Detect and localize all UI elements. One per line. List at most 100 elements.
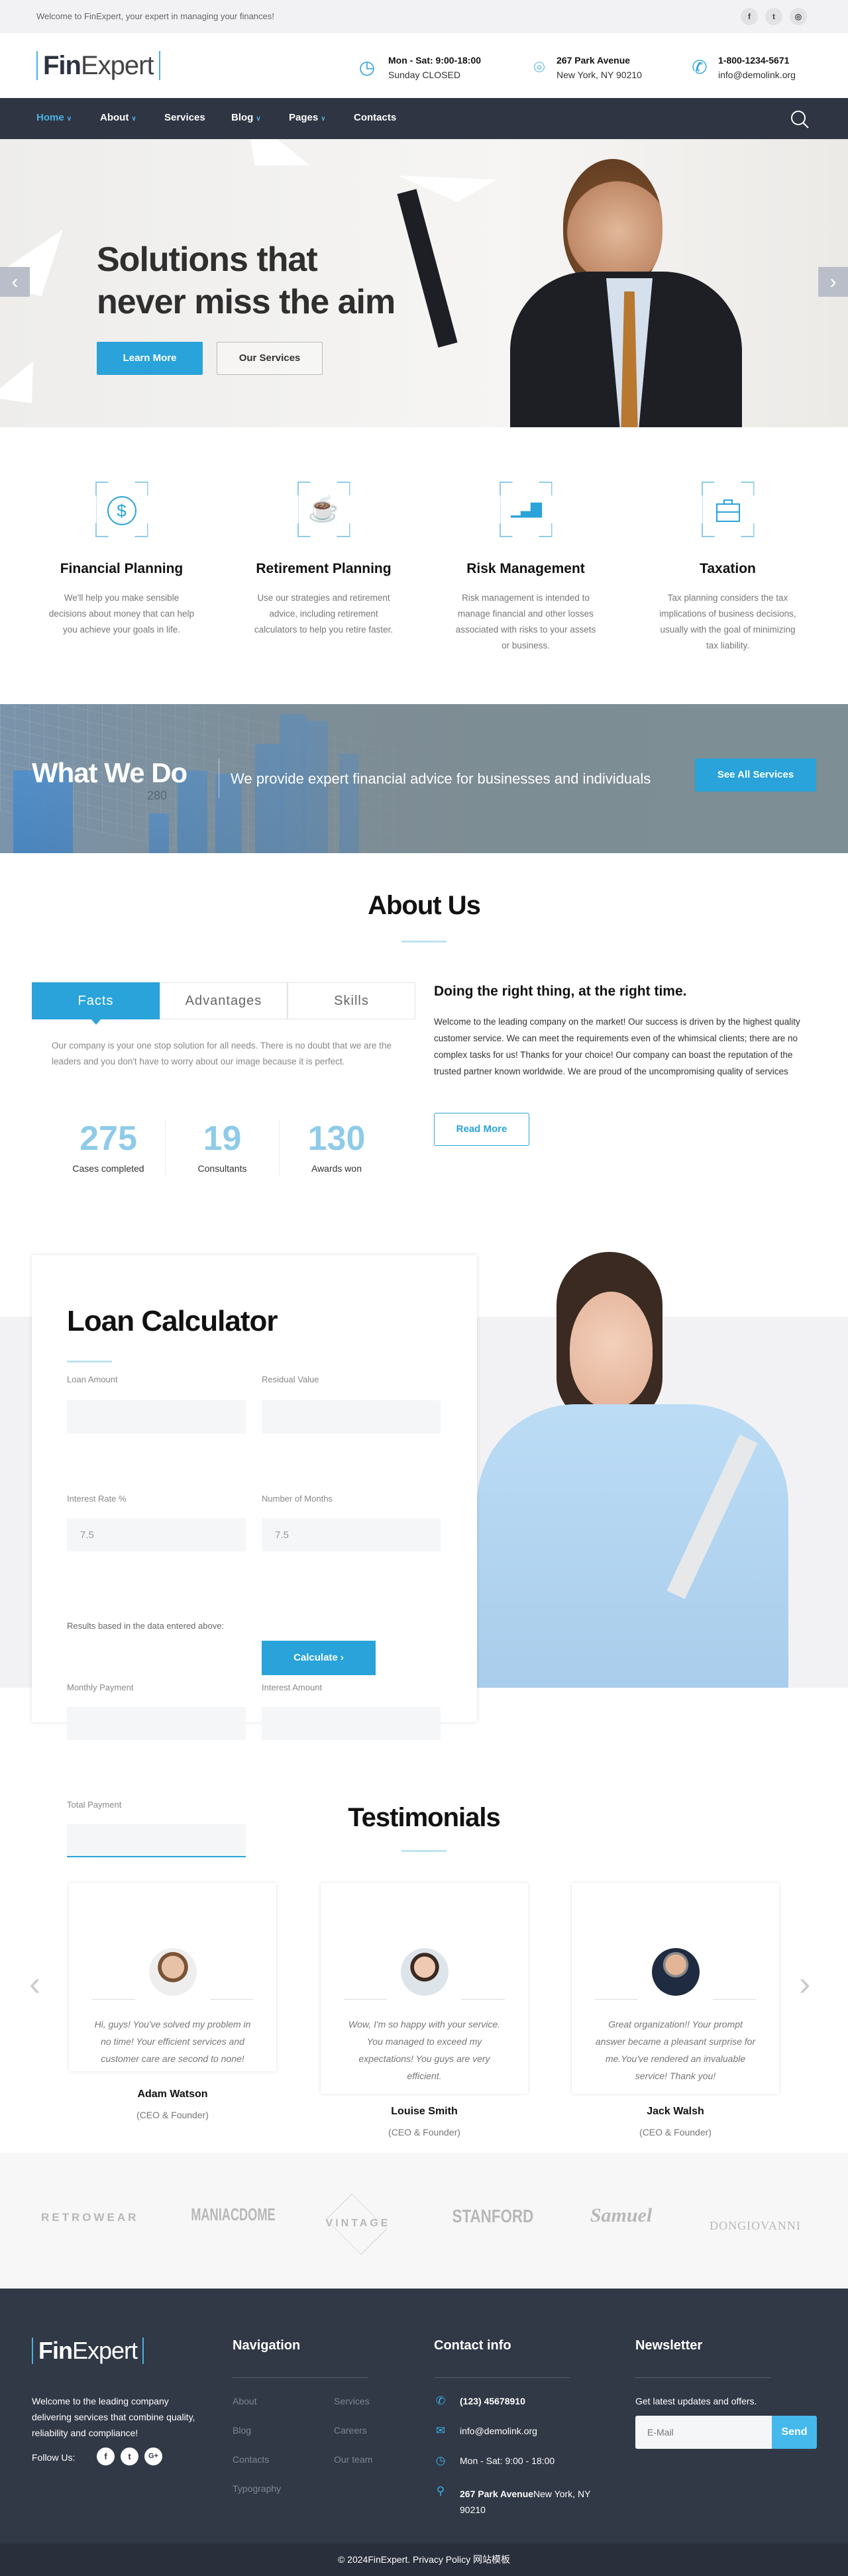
- field-label: Residual Value: [262, 1374, 319, 1384]
- see-all-services-button[interactable]: See All Services: [695, 758, 816, 792]
- hero-prev-arrow[interactable]: ‹: [0, 267, 30, 297]
- testimonial-name: Louise Smith: [391, 2106, 458, 2117]
- testimonials-prev-arrow[interactable]: ‹: [29, 1964, 40, 2004]
- nav-services[interactable]: Services: [164, 112, 205, 123]
- logo-bold: Fin: [38, 2337, 73, 2364]
- partner-logo-maniacdome[interactable]: MANIACDOME: [191, 2204, 275, 2225]
- title-underline: [67, 1361, 112, 1363]
- chevron-down-icon: ∨: [66, 115, 72, 123]
- tab-facts[interactable]: Facts: [32, 982, 160, 1019]
- testimonial-role: (CEO & Founder): [388, 2127, 460, 2138]
- footer-link-about[interactable]: About: [233, 2396, 257, 2406]
- footer-email[interactable]: info@demolink.org: [460, 2426, 537, 2436]
- loan-title: Loan Calculator: [67, 1305, 278, 1337]
- partner-logo-dongiovanni[interactable]: DONGIOVANNI: [702, 2219, 808, 2233]
- tab-advantages[interactable]: Advantages: [160, 982, 288, 1019]
- field-label: Interest Rate %: [67, 1494, 127, 1504]
- field-label: Number of Months: [262, 1494, 333, 1504]
- loan-amount-input[interactable]: [67, 1400, 246, 1433]
- partner-logo-retrowear[interactable]: RETROWEAR: [41, 2211, 137, 2224]
- partner-logo-vintage[interactable]: VINTAGE: [310, 2218, 406, 2230]
- phone-title[interactable]: 1-800-1234-5671: [718, 53, 796, 68]
- tab-skills[interactable]: Skills: [288, 982, 415, 1019]
- service-text: We'll help you make sensible decisions a…: [48, 593, 195, 635]
- map-pin-icon: ⌾: [533, 57, 545, 77]
- service-taxation[interactable]: Taxation Tax planning considers the tax …: [627, 482, 829, 654]
- footer-about: Welcome to the leading company deliverin…: [32, 2396, 195, 2438]
- address-street: 267 Park Avenue: [460, 2489, 534, 2499]
- number-of-months-input[interactable]: [262, 1518, 441, 1551]
- divider: [462, 1999, 505, 2000]
- nav-label: About: [100, 112, 129, 123]
- map-pin-icon: ⚲: [436, 2485, 445, 2497]
- monthly-payment-output[interactable]: [67, 1707, 246, 1740]
- footer-address: 267 Park AvenueNew York, NY 90210: [460, 2486, 606, 2518]
- twitter-icon[interactable]: t: [121, 2447, 138, 2465]
- nav-contacts[interactable]: Contacts: [354, 112, 396, 123]
- logo-light: Expert: [80, 51, 154, 80]
- avatar: [651, 1948, 700, 1996]
- instagram-icon[interactable]: ◎: [790, 8, 807, 25]
- follow-label: Follow Us:: [32, 2452, 76, 2463]
- main-nav: Home ∨ About ∨ Services Blog ∨ Pages ∨ Conta…: [0, 98, 848, 139]
- footer-link-typography[interactable]: Typography: [233, 2483, 281, 2494]
- footer-contact-title: Contact info: [434, 2338, 511, 2353]
- footer-newsletter-title: Newsletter: [635, 2338, 703, 2353]
- field-label: Interest Amount: [262, 1682, 323, 1692]
- about-title: About Us: [368, 891, 481, 920]
- divider: [595, 1999, 638, 2000]
- businesswoman-image: [477, 1252, 808, 1688]
- hero-heading: Solutions that never miss the aim: [97, 238, 396, 323]
- footer-phone[interactable]: (123) 45678910: [460, 2396, 525, 2406]
- interest-rate-input[interactable]: [67, 1518, 246, 1551]
- divider: [344, 1999, 387, 2000]
- hours-title: Mon - Sat: 9:00-18:00: [388, 55, 482, 66]
- testimonials-next-arrow[interactable]: ›: [799, 1964, 810, 2004]
- nav-about[interactable]: About ∨: [100, 112, 136, 123]
- learn-more-button[interactable]: Learn More: [97, 342, 203, 375]
- twitter-icon[interactable]: t: [765, 8, 782, 25]
- footer-logo[interactable]: FinExpert: [32, 2338, 144, 2364]
- nav-pages[interactable]: Pages ∨: [289, 112, 326, 123]
- facebook-icon[interactable]: f: [741, 8, 758, 25]
- service-title: Financial Planning: [60, 561, 184, 576]
- logo[interactable]: FinExpert: [36, 51, 160, 80]
- nav-home[interactable]: Home ∨: [36, 112, 72, 123]
- nav-blog[interactable]: Blog ∨: [231, 112, 261, 123]
- footer-link-blog[interactable]: Blog: [233, 2425, 251, 2436]
- service-text: Tax planning considers the tax implicati…: [659, 593, 796, 650]
- email-link[interactable]: info@demolink.org: [718, 70, 796, 80]
- send-button[interactable]: Send: [772, 2416, 817, 2449]
- service-risk-management[interactable]: ▁▃▇ Risk Management Risk management is i…: [425, 482, 627, 654]
- service-retirement-planning[interactable]: ☕ Retirement Planning Use our strategies…: [223, 482, 425, 638]
- facebook-icon[interactable]: f: [97, 2447, 115, 2465]
- read-more-button[interactable]: Read More: [434, 1113, 529, 1146]
- about-text: Welcome to the leading company on the ma…: [434, 1017, 800, 1076]
- what-we-do-text: We provide expert financial advice for b…: [231, 770, 651, 787]
- testimonial-name: Jack Walsh: [647, 2106, 704, 2117]
- google-plus-icon[interactable]: G+: [144, 2447, 162, 2465]
- testimonials-title: Testimonials: [348, 1803, 501, 1832]
- residual-value-input[interactable]: [262, 1400, 441, 1433]
- footer-hours: Mon - Sat: 9:00 - 18:00: [460, 2455, 555, 2466]
- footer-link-careers[interactable]: Careers: [334, 2425, 367, 2436]
- hours-sub: Sunday CLOSED: [388, 70, 460, 80]
- footer-link-services[interactable]: Services: [334, 2396, 370, 2406]
- nav-label: Pages: [289, 112, 319, 123]
- partner-logo-stanford[interactable]: STANFORD: [452, 2206, 534, 2227]
- calculate-button[interactable]: Calculate ›: [262, 1641, 376, 1675]
- service-financial-planning[interactable]: $ Financial Planning We'll help you make…: [21, 482, 223, 638]
- footer-link-contacts[interactable]: Contacts: [233, 2454, 269, 2465]
- partner-logo-samuel[interactable]: Samuel: [576, 2204, 666, 2227]
- stat-consultants: 19 Consultants: [166, 1119, 280, 1176]
- interest-amount-output[interactable]: [262, 1707, 441, 1740]
- search-icon[interactable]: [790, 109, 810, 129]
- newsletter-email-input[interactable]: [635, 2416, 772, 2449]
- footer-link-our-team[interactable]: Our team: [334, 2454, 372, 2465]
- field-label: Loan Amount: [67, 1374, 118, 1384]
- hero-next-arrow[interactable]: ›: [818, 267, 848, 297]
- copyright-text[interactable]: © 2024FinExpert. Privacy Policy 网站模板: [338, 2554, 510, 2565]
- testimonial-name: Adam Watson: [137, 2088, 208, 2100]
- our-services-button[interactable]: Our Services: [217, 342, 323, 375]
- divider: [210, 1999, 253, 2000]
